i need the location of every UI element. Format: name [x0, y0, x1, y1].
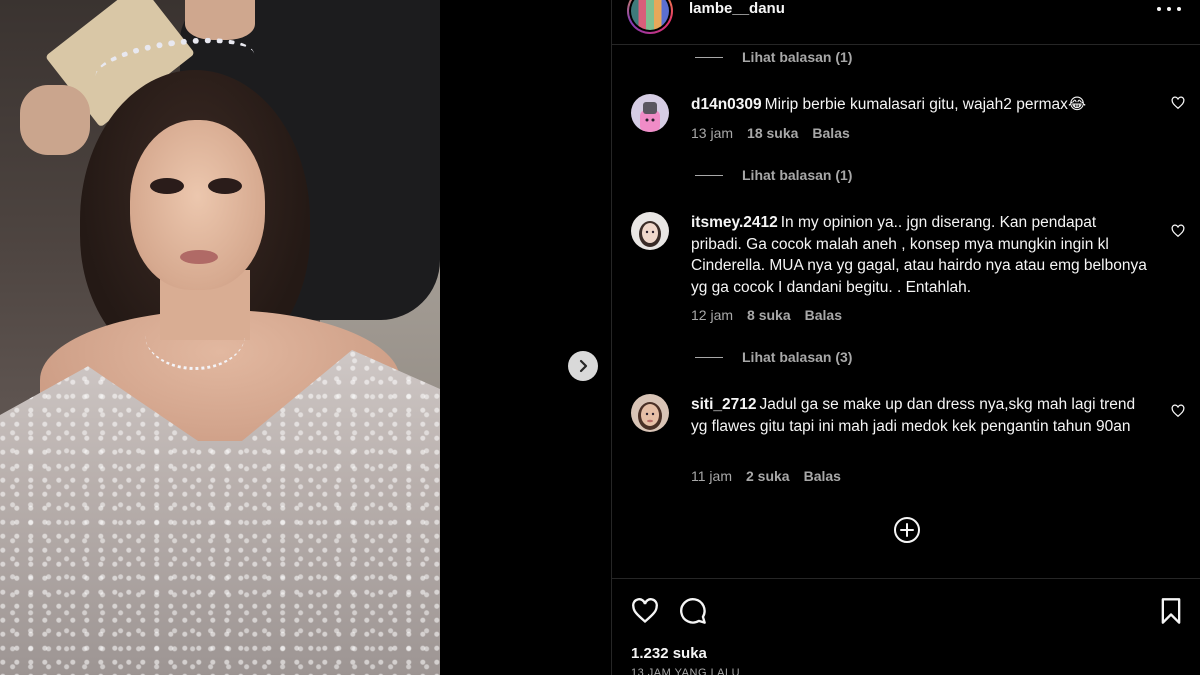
- author-avatar[interactable]: [627, 0, 673, 34]
- comment-time[interactable]: 13 jam: [691, 125, 733, 141]
- heart-icon[interactable]: [1171, 224, 1185, 238]
- commenter-avatar[interactable]: [631, 394, 669, 432]
- comment-likes[interactable]: 8 suka: [747, 307, 791, 323]
- bride-face: [130, 120, 265, 290]
- comments-pane: lambe__danu Lihat balasan (1) d14n0309 Mi…: [611, 0, 1200, 675]
- commenter-username[interactable]: siti_2712: [691, 396, 757, 413]
- comment-bubble-icon[interactable]: [679, 597, 707, 625]
- avatar-image: [631, 394, 669, 432]
- view-replies-button[interactable]: Lihat balasan (1): [695, 48, 852, 66]
- comment-item: itsmey.2412 In my opinion ya.. jgn disera…: [631, 212, 1191, 332]
- author-username[interactable]: lambe__danu: [689, 0, 785, 18]
- comment-time[interactable]: 12 jam: [691, 307, 733, 323]
- stylist-hand-top: [185, 0, 255, 40]
- avatar-image: [631, 94, 669, 132]
- likes-count[interactable]: 1.232 suka: [631, 645, 707, 662]
- comment-likes[interactable]: 2 suka: [746, 468, 790, 484]
- post-photo[interactable]: [0, 0, 440, 675]
- reply-button[interactable]: Balas: [805, 307, 842, 323]
- comment-body: d14n0309 Mirip berbie kumalasari gitu, wa…: [691, 94, 1151, 116]
- comment-item: siti_2712 Jadul ga se make up dan dress n…: [631, 394, 1191, 494]
- comment-meta: 13 jam 18 suka Balas: [691, 125, 850, 141]
- chevron-right-icon: [579, 359, 588, 373]
- post-header: lambe__danu: [612, 0, 1200, 45]
- stylist-hand: [20, 85, 90, 155]
- comment-meta: 12 jam 8 suka Balas: [691, 307, 842, 323]
- replies-line: [695, 56, 723, 58]
- more-dot: [1157, 7, 1161, 11]
- reply-button[interactable]: Balas: [812, 125, 849, 141]
- commenter-avatar[interactable]: [631, 94, 669, 132]
- replies-line: [695, 174, 723, 176]
- comment-item: d14n0309 Mirip berbie kumalasari gitu, wa…: [631, 94, 1191, 154]
- bookmark-icon[interactable]: [1157, 597, 1185, 625]
- more-dot: [1167, 7, 1171, 11]
- view-replies-button[interactable]: Lihat balasan (1): [695, 166, 852, 184]
- reply-button[interactable]: Balas: [804, 468, 841, 484]
- bride-eye-right: [208, 178, 242, 194]
- plus-circle-icon[interactable]: [893, 516, 921, 544]
- author-avatar-inner: [629, 0, 671, 32]
- view-replies-label: Lihat balasan (3): [742, 349, 853, 365]
- view-replies-label: Lihat balasan (1): [742, 49, 853, 65]
- replies-line: [695, 356, 723, 358]
- view-replies-button[interactable]: Lihat balasan (3): [695, 348, 852, 366]
- author-avatar-image: [631, 0, 669, 30]
- heart-icon[interactable]: [631, 597, 659, 625]
- avatar-image: [631, 212, 669, 250]
- post-actions: 1.232 suka 13 JAM YANG LALU: [612, 578, 1200, 675]
- comment-text: Mirip berbie kumalasari gitu, wajah2 per…: [764, 96, 1087, 113]
- comment-time[interactable]: 11 jam: [691, 468, 732, 484]
- comment-text: Jadul ga se make up dan dress nya,skg ma…: [691, 396, 1136, 435]
- comment-meta: 11 jam 2 suka Balas: [691, 468, 841, 484]
- comment-body: itsmey.2412 In my opinion ya.. jgn disera…: [691, 212, 1151, 298]
- bride-eye-left: [150, 178, 184, 194]
- heart-icon[interactable]: [1171, 404, 1185, 418]
- next-media-button[interactable]: [568, 351, 598, 381]
- media-pane: [0, 0, 611, 675]
- more-options-icon[interactable]: [1157, 0, 1181, 18]
- comment-body: siti_2712 Jadul ga se make up dan dress n…: [691, 394, 1151, 437]
- commenter-avatar[interactable]: [631, 212, 669, 250]
- more-dot: [1177, 7, 1181, 11]
- heart-icon[interactable]: [1171, 96, 1185, 110]
- post-time: 13 JAM YANG LALU: [631, 667, 741, 675]
- view-replies-label: Lihat balasan (1): [742, 167, 853, 183]
- commenter-username[interactable]: d14n0309: [691, 96, 762, 113]
- necklace: [145, 300, 245, 370]
- commenter-username[interactable]: itsmey.2412: [691, 214, 778, 231]
- comment-likes[interactable]: 18 suka: [747, 125, 798, 141]
- bride-lips: [180, 250, 218, 264]
